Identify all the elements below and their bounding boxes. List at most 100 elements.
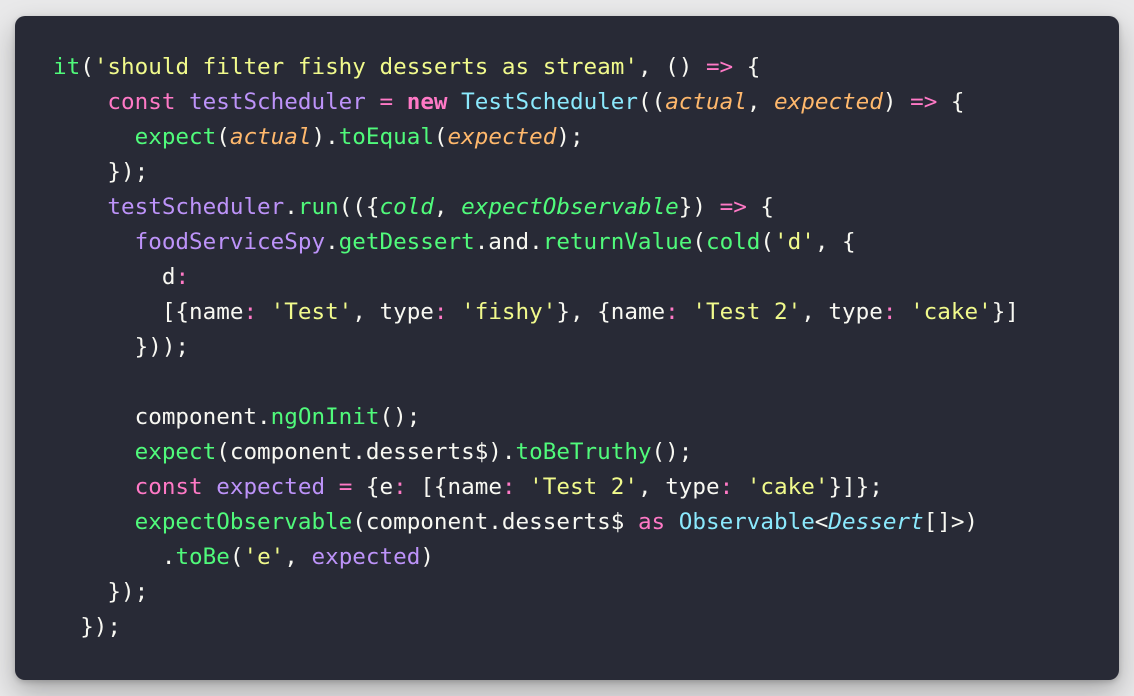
code-line: const expected = {e: [{name: 'Test 2', t… [53,470,1019,505]
code-token-function: toEqual [338,124,434,150]
code-line: it('should filter fishy desserts as stre… [53,50,1019,85]
code-token-plain: . [284,194,298,220]
code-token-string: 'fishy' [461,299,557,325]
code-token-keyword: const [107,89,176,115]
code-token-keyword: = [338,474,353,500]
code-token-function: expect [134,124,217,150]
code-snippet-window: it('should filter fishy desserts as stre… [15,16,1119,680]
code-token-keyword: : [665,299,679,325]
code-token-plain: ( [80,54,94,80]
code-token-string: 'cake' [746,474,829,500]
code-token-class: Observable [678,509,815,535]
code-token-function: expectObservable [134,509,353,535]
code-token-plain: ( [692,229,706,255]
code-token-keyword: : [719,474,734,500]
code-token-string: 'Test' [270,299,353,325]
code-token-plain: }); [53,159,149,185]
code-token-keyword: => [910,89,938,115]
code-line: .toBe('e', expected) [53,540,1019,575]
code-token-string: 'cake' [910,299,992,325]
code-line: expectObservable(component.desserts$ as … [53,505,1019,540]
code-token-keyword: const [134,474,203,500]
code-token-variable: expected [311,544,421,570]
code-token-plain: d [53,264,176,290]
code-token-plain: (component.desserts$ [352,509,638,535]
code-token-plain: ( [216,124,230,150]
code-line: }); [53,610,1019,645]
code-token-function: expect [134,439,217,465]
code-token-string: 'Test 2' [529,474,638,500]
code-token-plain: , type [352,299,434,325]
code-token-function: returnValue [542,229,693,255]
code-token-plain: { [937,89,965,115]
code-token-plain: [{name [406,474,502,500]
code-token-plain: ); [556,124,584,150]
code-token-plain: . [53,544,176,570]
code-token-keyword: : [433,299,448,325]
code-line: })); [53,330,1019,365]
code-token-function: toBeTruthy [515,439,652,465]
code-line: [{name: 'Test', type: 'fishy'}, {name: '… [53,295,1019,330]
code-token-plain: ( [433,124,448,150]
code-token-plain: , [746,89,775,115]
code-token-parameter: expected [774,89,883,115]
code-line: expect(component.desserts$).toBeTruthy()… [53,435,1019,470]
code-token-plain: , () [637,54,706,80]
code-token-plain: ) [882,89,911,115]
code-token-plain: }) [678,194,720,220]
code-token-keyword: => [719,194,747,220]
code-token-string: 'e' [243,544,285,570]
code-token-plain: ( [760,229,774,255]
code-token-variable: testScheduler [107,194,285,220]
code-token-parameter: actual [229,124,312,150]
code-token-variable: testScheduler [189,89,366,115]
code-token-function: getDessert [338,229,475,255]
code-token-keyword: : [243,299,258,325]
code-line: testScheduler.run(({cold, expectObservab… [53,190,1019,225]
code-token-class: Dessert [828,509,924,535]
code-line: }); [53,575,1019,610]
code-line: }); [53,155,1019,190]
code-token-plain: { [733,54,761,80]
code-token-plain: []>) [923,509,979,535]
code-block: it('should filter fishy desserts as stre… [53,50,1019,645]
code-token-plain: .and. [474,229,543,255]
code-token-string: 'Test 2' [692,299,802,325]
code-token-function: toBe [175,544,230,570]
code-token-plain: ) [420,544,434,570]
code-token-plain: component. [53,404,271,430]
code-token-plain: ( [229,544,244,570]
code-token-string: 'd' [774,229,815,255]
code-token-plain: }]}; [828,474,883,500]
code-token-function: it [53,54,81,80]
code-token-plain: { [746,194,775,220]
code-token-plain: . [325,229,339,255]
code-token-class: TestScheduler [461,89,638,115]
code-token-plain: (); [651,439,693,465]
code-token-function: ngOnInit [270,404,380,430]
code-token-plain: , [433,194,462,220]
code-token-plain: }, {name [556,299,666,325]
code-token-variable: expected [216,474,326,500]
code-token-plain: {e [352,474,394,500]
code-token-plain: (( [637,89,666,115]
code-token-plain: }); [53,614,122,640]
code-token-parameter: actual [665,89,747,115]
